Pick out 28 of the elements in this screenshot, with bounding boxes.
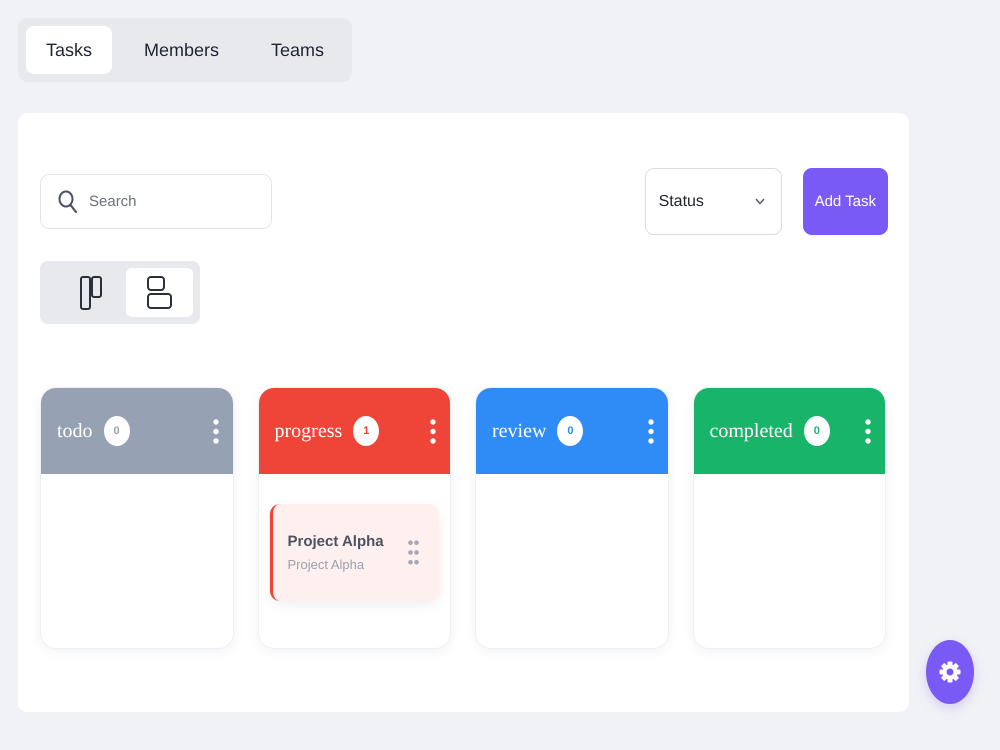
more-options-icon[interactable] xyxy=(430,418,436,444)
drag-handle-icon[interactable] xyxy=(408,540,419,565)
column-title: review xyxy=(492,420,546,442)
task-title: Project Alpha xyxy=(288,533,385,550)
more-options-icon[interactable] xyxy=(648,418,654,444)
search-icon xyxy=(58,190,77,213)
column-title: progress xyxy=(274,420,342,442)
status-select[interactable]: Status xyxy=(644,168,782,235)
count-badge: 0 xyxy=(804,416,830,446)
task-card[interactable]: Project Alpha Project Alpha xyxy=(270,504,439,601)
tab[interactable]: Teams xyxy=(251,26,344,74)
settings-icon xyxy=(939,661,961,683)
add-task-button[interactable]: Add Task xyxy=(802,168,888,235)
tab[interactable]: Members xyxy=(124,26,240,74)
chevron-down-icon xyxy=(754,198,765,205)
view-toggle-button[interactable] xyxy=(126,268,193,317)
search-field[interactable]: Search xyxy=(40,174,272,229)
more-options-icon[interactable] xyxy=(865,418,871,444)
count-badge: 1 xyxy=(353,416,380,446)
count-badge: 0 xyxy=(557,416,584,446)
more-options-icon[interactable] xyxy=(212,418,218,444)
column-title: todo xyxy=(57,420,93,442)
list-view-icon xyxy=(147,276,172,309)
column-title: completed xyxy=(710,420,793,442)
tab[interactable]: Tasks xyxy=(26,26,112,74)
task-subtitle: Project Alpha xyxy=(288,557,366,572)
count-badge: 0 xyxy=(104,416,130,446)
board-view-icon xyxy=(80,276,102,310)
